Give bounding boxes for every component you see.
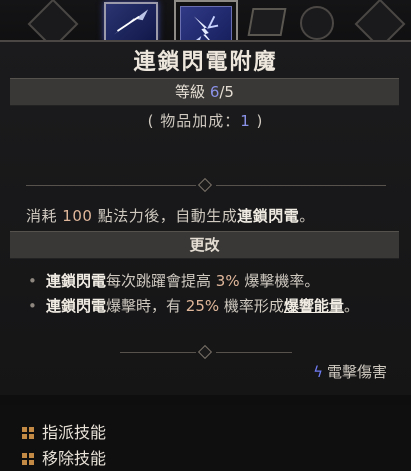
desc-text: 點法力後，自動生成: [92, 207, 238, 225]
level-current: 6: [209, 83, 220, 101]
ice-spear-icon: [113, 9, 149, 35]
damage-tag: ϟ 電擊傷害: [313, 361, 387, 382]
skill-slot-locked[interactable]: [247, 8, 287, 36]
skill-slot-ice-spear[interactable]: [104, 2, 158, 42]
assign-skill-label: 指派技能: [42, 423, 107, 442]
bonus-close: ): [250, 112, 264, 130]
keybind-icon: [22, 427, 34, 439]
modifier-text: 爆擊時，有: [106, 297, 186, 315]
remove-skill-label: 移除技能: [42, 449, 107, 468]
desc-text: 消耗: [26, 207, 63, 225]
modifier-text: 爆擊機率。: [239, 272, 320, 290]
modifier-text: 每次跳躍會提高: [106, 272, 216, 290]
lightning-bolt-icon: ϟ: [313, 363, 323, 381]
keyword-link[interactable]: 爆響能量: [284, 297, 344, 315]
modifier-list: • 連鎖閃電每次跳躍會提高 3% 爆擊機率。 • 連鎖閃電爆擊時，有 25% 機…: [24, 270, 384, 318]
divider-bottom-right: [216, 352, 292, 353]
keybind-icon: [22, 453, 34, 465]
modifier-skill-name: 連鎖閃電: [46, 272, 107, 290]
bonus-open: ( 物品加成：: [147, 112, 241, 130]
divider-left: [26, 185, 196, 186]
assign-skill-action[interactable]: 指派技能: [22, 419, 106, 443]
divider-right: [216, 185, 386, 186]
modifier-item: • 連鎖閃電爆擊時，有 25% 機率形成爆響能量。: [24, 295, 384, 318]
item-bonus: ( 物品加成：1 ): [0, 108, 411, 134]
modifier-text: 。: [343, 297, 359, 315]
level-max: /5: [219, 83, 234, 101]
remove-skill-action[interactable]: 移除技能: [22, 445, 106, 469]
skill-level: 等級 6/5: [10, 78, 399, 106]
desc-text: 。: [299, 207, 315, 225]
modifier-number: 25%: [185, 297, 220, 315]
skill-slot-circle[interactable]: [300, 6, 334, 40]
modifier-header: 更改: [10, 231, 399, 259]
bonus-value: 1: [240, 112, 251, 130]
desc-skill-name: 連鎖閃電: [237, 207, 300, 225]
skill-description: 消耗 100 點法力後，自動生成連鎖閃電。: [26, 205, 315, 226]
bullet-dot: •: [28, 272, 37, 290]
mana-cost: 100: [62, 207, 93, 225]
modifier-number: 3%: [215, 272, 240, 290]
level-label: 等級: [175, 83, 210, 101]
modifier-item: • 連鎖閃電每次跳躍會提高 3% 爆擊機率。: [24, 270, 384, 293]
modifier-skill-name: 連鎖閃電: [46, 297, 107, 315]
action-list: 指派技能 移除技能: [0, 405, 411, 471]
modifier-text: 機率形成: [219, 297, 284, 315]
bullet-dot: •: [28, 297, 37, 315]
divider-bottom-left: [120, 352, 196, 353]
damage-tag-label: 電擊傷害: [326, 363, 387, 381]
skill-title: 連鎖閃電附魔: [133, 50, 278, 75]
